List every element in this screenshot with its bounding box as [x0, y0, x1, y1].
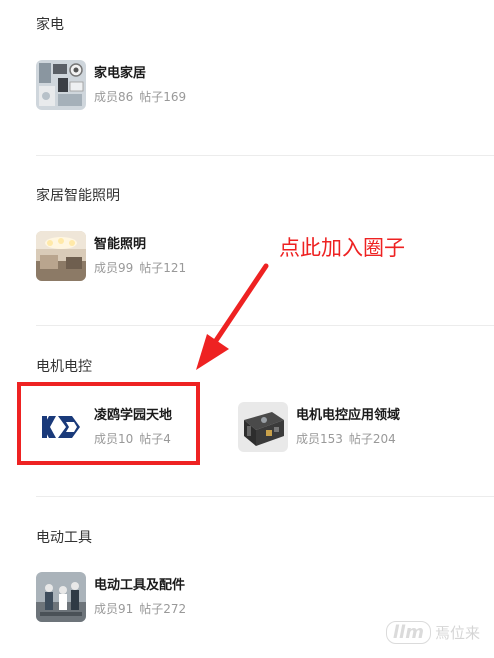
section-divider — [36, 496, 494, 497]
group-posts: 帖子169 — [139, 90, 187, 104]
group-stats: 成员153 帖子204 — [296, 431, 400, 447]
group-name: 家电家居 — [94, 66, 147, 81]
section-title-motor-control: 电机电控 — [36, 359, 92, 375]
section-title-appliances: 家电 — [36, 17, 64, 33]
group-name: 电机电控应用领域 — [296, 408, 401, 423]
watermark-logo-icon: llm — [385, 621, 431, 644]
workers-photo-icon — [36, 572, 86, 622]
chandelier-photo-icon — [36, 231, 86, 281]
group-card-power-tools[interactable]: 电动工具及配件 成员91 帖子272 — [36, 572, 186, 622]
section-divider — [36, 155, 494, 156]
group-card-motor-control-applications[interactable]: 电机电控应用领域 成员153 帖子204 — [238, 402, 400, 452]
group-posts: 帖子272 — [139, 602, 187, 616]
group-stats: 成员91 帖子272 — [94, 601, 186, 617]
watermark-text: 焉位来 — [434, 624, 480, 642]
group-card-appliance-home[interactable]: 家电家居 成员86 帖子169 — [36, 60, 186, 110]
group-posts: 帖子204 — [348, 432, 396, 446]
section-divider — [36, 325, 494, 326]
group-posts: 帖子121 — [139, 261, 187, 275]
watermark: llm 焉位来 — [385, 621, 480, 644]
group-members: 成员91 — [94, 602, 134, 616]
group-stats: 成员99 帖子121 — [94, 260, 186, 276]
group-members: 成员153 — [296, 432, 343, 446]
group-card-smart-lighting[interactable]: 智能照明 成员99 帖子121 — [36, 231, 186, 281]
circuit-board-photo-icon — [238, 402, 288, 452]
group-members: 成员99 — [94, 261, 134, 275]
group-name: 智能照明 — [94, 237, 147, 252]
group-members: 成员86 — [94, 90, 134, 104]
group-stats: 成员86 帖子169 — [94, 89, 186, 105]
section-title-smart-lighting: 家居智能照明 — [36, 188, 120, 204]
section-title-power-tools: 电动工具 — [36, 530, 92, 546]
highlight-box — [17, 382, 200, 465]
group-name: 电动工具及配件 — [94, 578, 186, 593]
annotation-text: 点此加入圈子 — [279, 236, 405, 260]
appliance-photo-icon — [36, 60, 86, 110]
